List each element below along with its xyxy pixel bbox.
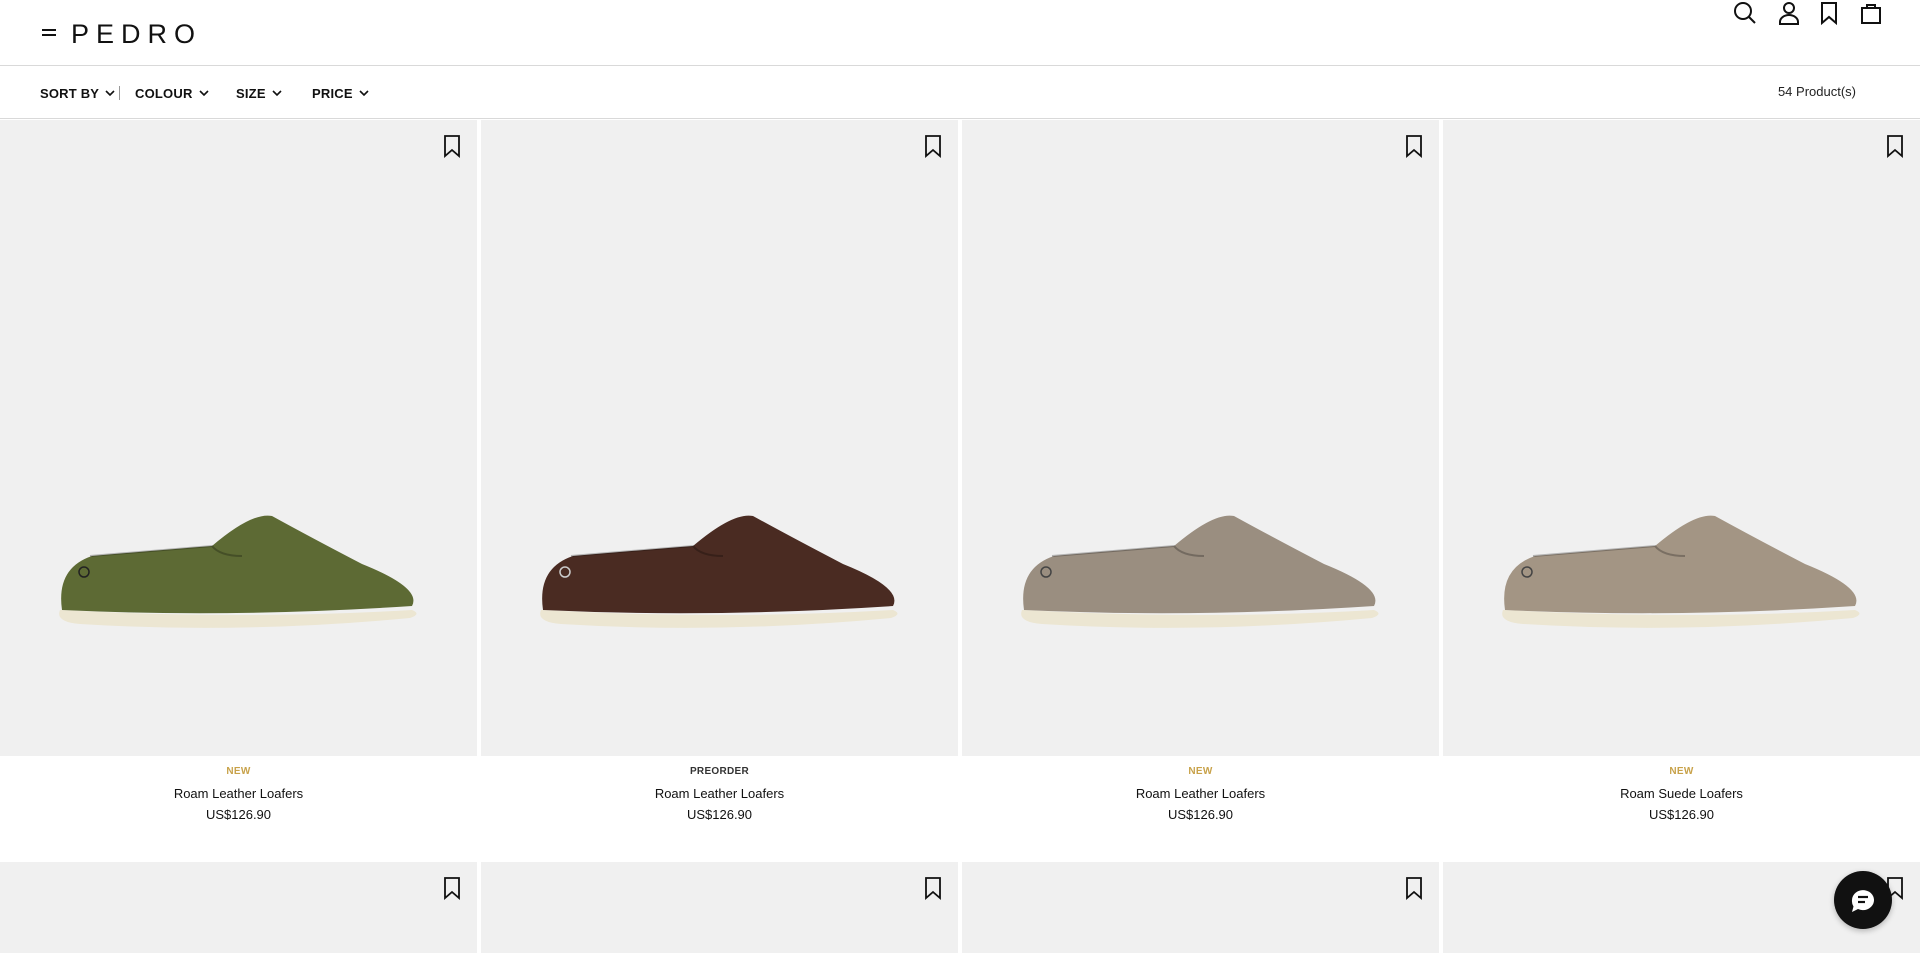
bag-icon[interactable]: [1858, 0, 1884, 26]
bookmark-icon[interactable]: [922, 134, 944, 158]
product-badge: NEW: [226, 766, 251, 777]
chat-icon: [1851, 890, 1874, 912]
sort-by-label: SORT BY: [40, 85, 100, 101]
product-info: PREORDER Roam Leather Loafers US$126.90: [481, 756, 958, 823]
product-price: US$126.90: [205, 807, 272, 822]
product-info: NEW Roam Leather Loafers US$126.90: [0, 756, 477, 823]
chevron-down-icon: [272, 88, 282, 98]
search-icon[interactable]: [1732, 0, 1758, 26]
site-header: PEDRO: [0, 0, 1920, 66]
shoe-image: [1502, 515, 1860, 628]
price-label: PRICE: [312, 85, 353, 101]
product-badge: PREORDER: [689, 766, 750, 777]
product-price: US$126.90: [1167, 807, 1234, 822]
bookmark-icon[interactable]: [1403, 134, 1425, 158]
chevron-down-icon: [359, 88, 369, 98]
chevron-down-icon: [105, 88, 115, 98]
product-badge: NEW: [1188, 766, 1213, 777]
price-filter[interactable]: PRICE: [312, 83, 369, 103]
product-count: 54 Product(s): [1777, 84, 1856, 99]
chevron-down-icon: [198, 88, 209, 98]
logo[interactable]: PEDRO: [71, 18, 202, 50]
bookmark-icon[interactable]: [1403, 876, 1425, 900]
colour-label: COLOUR: [135, 85, 193, 101]
product-info: NEW Roam Suede Loafers US$126.90: [1443, 756, 1920, 823]
filter-bar: SORT BY COLOUR SIZE PRICE 54 Product(s): [0, 66, 1920, 119]
product-name[interactable]: Roam Leather Loafers: [0, 786, 477, 802]
bookmark-icon[interactable]: [441, 876, 463, 900]
chat-button[interactable]: [1834, 871, 1892, 929]
product-price: US$126.90: [1648, 807, 1715, 822]
product-image[interactable]: [962, 862, 1439, 953]
product-image[interactable]: [0, 120, 477, 756]
menu-icon[interactable]: [42, 27, 58, 37]
account-icon[interactable]: [1776, 0, 1802, 26]
product-image[interactable]: [481, 120, 958, 756]
size-label: SIZE: [236, 85, 266, 101]
size-filter[interactable]: SIZE: [236, 83, 282, 103]
bookmark-icon[interactable]: [441, 134, 463, 158]
product-name[interactable]: Roam Suede Loafers: [1443, 786, 1920, 802]
shoe-image: [1021, 515, 1379, 628]
product-name[interactable]: Roam Leather Loafers: [962, 786, 1439, 802]
bookmark-icon[interactable]: [922, 876, 944, 900]
product-image[interactable]: [0, 862, 477, 953]
product-name[interactable]: Roam Leather Loafers: [481, 786, 958, 802]
sort-by-dropdown[interactable]: SORT BY: [40, 83, 115, 103]
product-image[interactable]: [481, 862, 958, 953]
product-image[interactable]: [962, 120, 1439, 756]
colour-filter[interactable]: COLOUR: [135, 83, 209, 103]
product-image[interactable]: [1443, 120, 1920, 756]
product-price: US$126.90: [686, 807, 753, 822]
bookmark-icon[interactable]: [1884, 134, 1906, 158]
wishlist-icon[interactable]: [1816, 0, 1842, 26]
divider: [119, 86, 120, 100]
shoe-image: [540, 515, 898, 628]
product-badge: NEW: [1669, 766, 1694, 777]
product-info: NEW Roam Leather Loafers US$126.90: [962, 756, 1439, 823]
shoe-image: [59, 515, 417, 628]
